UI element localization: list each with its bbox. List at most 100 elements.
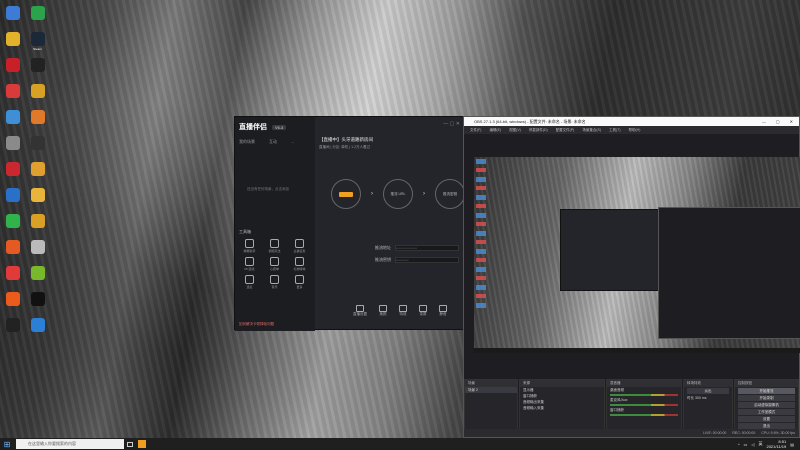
desktop-shortcut[interactable]	[0, 30, 25, 56]
bottom-action-button[interactable]: 美颜	[379, 305, 387, 317]
network-icon[interactable]: ▭	[744, 442, 748, 447]
ime-language[interactable]: 英	[758, 441, 762, 447]
tray-arrow-icon[interactable]: ^	[738, 442, 740, 447]
obs-titlebar: OBS 27.1.3 (64-bit, windows) - 配置文件: 未命名…	[464, 117, 799, 126]
bottom-action-button[interactable]: 录屏	[419, 305, 427, 317]
app-icon	[30, 110, 45, 124]
transition-select[interactable]: 淡出	[687, 388, 729, 394]
notification-icon[interactable]: ▤	[790, 442, 794, 447]
desktop-shortcut[interactable]	[0, 316, 25, 342]
tab-scenes[interactable]: 我的场景	[239, 139, 255, 145]
bottom-action-button[interactable]: 特效	[399, 305, 407, 317]
close-icon[interactable]: ✕	[790, 117, 793, 126]
control-button[interactable]: 开始录制	[738, 395, 795, 401]
taskbar-search-input[interactable]: 在这里输入你要搜索的内容	[16, 439, 124, 449]
app-icon	[30, 240, 45, 254]
controls-dock-title: 控制按钮	[735, 380, 798, 387]
source-item[interactable]: 音频输入采集	[520, 405, 604, 411]
menu-item[interactable]: 工具(T)	[609, 126, 620, 134]
tool-item[interactable]: 弹幕助手	[237, 239, 262, 253]
desktop-shortcut[interactable]	[0, 264, 25, 290]
clock-date: 2021/11/19	[766, 444, 787, 449]
room-title: 【直播中】头牙道路新房间	[319, 137, 373, 142]
tool-item[interactable]: 礼物特效	[287, 257, 312, 271]
volume-meter[interactable]	[610, 394, 678, 396]
desktop-shortcut[interactable]	[25, 212, 50, 238]
desktop-shortcut[interactable]	[0, 108, 25, 134]
tool-item[interactable]: 更多	[287, 275, 312, 289]
minimize-icon[interactable]: —	[762, 117, 766, 126]
app-icon	[30, 84, 45, 98]
menu-item[interactable]: 文件(F)	[470, 126, 481, 134]
menu-item[interactable]: 停靠部件(D)	[529, 126, 548, 134]
control-button[interactable]: 工作室模式	[738, 409, 795, 415]
obs-window[interactable]: OBS 27.1.3 (64-bit, windows) - 配置文件: 未命名…	[463, 116, 800, 438]
desktop-shortcut[interactable]	[25, 160, 50, 186]
desktop-shortcut[interactable]	[0, 238, 25, 264]
desktop-shortcut[interactable]	[0, 212, 25, 238]
control-button[interactable]: 设置	[738, 416, 795, 422]
app-icon	[5, 188, 20, 202]
window-controls[interactable]: — ▢ ✕	[443, 121, 460, 127]
volume-meter[interactable]	[610, 414, 678, 416]
windows-start-icon[interactable]: ⊞	[0, 438, 14, 450]
stream-app-taskbar-icon[interactable]	[136, 438, 148, 450]
task-view-icon[interactable]	[124, 438, 136, 450]
push-url-input[interactable]: ••••••••••••••••••••	[395, 245, 459, 251]
volume-meter[interactable]	[610, 404, 678, 406]
desktop-shortcut[interactable]	[0, 82, 25, 108]
desktop-shortcut[interactable]	[25, 238, 50, 264]
desktop-shortcut[interactable]	[25, 108, 50, 134]
desktop-shortcut[interactable]	[25, 56, 50, 82]
tool-item[interactable]: 连麦	[237, 275, 262, 289]
tool-item[interactable]: 心愿单	[262, 257, 287, 271]
desktop-shortcut[interactable]	[25, 264, 50, 290]
tool-icon	[270, 275, 279, 284]
desktop-shortcut[interactable]	[0, 56, 25, 82]
stream-companion-window[interactable]: 直播伴侣 V6.3 我的场景 互动 ... 还没有任何场景，点击添加 工具箱 弹…	[234, 116, 465, 331]
menu-item[interactable]: 编辑(E)	[489, 126, 501, 134]
duration-value[interactable]: 300 ms	[695, 396, 706, 400]
volume-icon[interactable]: ◁	[751, 442, 754, 447]
menu-item[interactable]: 帮助(H)	[629, 126, 641, 134]
flow-node-obs	[331, 179, 361, 209]
obs-preview[interactable]	[474, 157, 800, 353]
tab-interact[interactable]: 互动	[269, 139, 277, 145]
control-button[interactable]: 开始推流	[738, 388, 795, 394]
desktop-shortcut[interactable]	[25, 82, 50, 108]
app-icon	[30, 58, 45, 72]
desktop-shortcut[interactable]	[0, 160, 25, 186]
tool-item[interactable]: 视频玩法	[262, 239, 287, 253]
version-badge: V6.3	[271, 125, 287, 130]
desktop-shortcut[interactable]	[25, 4, 50, 30]
desktop-shortcut[interactable]	[25, 134, 50, 160]
desktop-shortcut[interactable]	[0, 134, 25, 160]
control-button[interactable]: 启动虚拟摄像机	[738, 402, 795, 408]
desktop-shortcut[interactable]	[0, 186, 25, 212]
tool-item[interactable]: 主播任务	[287, 239, 312, 253]
clock[interactable]: 8:51 2021/11/19	[766, 439, 786, 449]
menu-item[interactable]: 配置文件(P)	[556, 126, 575, 134]
tab-more[interactable]: ...	[291, 139, 294, 145]
lag-help-link[interactable]: 如何解决卡顿掉帧问题	[239, 322, 274, 327]
tool-item[interactable]: PK连线	[237, 257, 262, 271]
tool-icon	[270, 257, 279, 266]
tool-item[interactable]: 音乐	[262, 275, 287, 289]
desktop-shortcut[interactable]	[25, 290, 50, 316]
menu-item[interactable]: 视图(V)	[509, 126, 521, 134]
bottom-action-button[interactable]: 静音	[439, 305, 447, 317]
desktop-shortcut[interactable]	[25, 316, 50, 342]
bottom-action-button[interactable]: 直播设置	[353, 305, 367, 317]
obs-title: OBS 27.1.3 (64-bit, windows) - 配置文件: 未命名…	[474, 119, 586, 124]
push-key-input[interactable]: ••••••••••••	[395, 257, 459, 263]
desktop-shortcut[interactable]	[0, 4, 25, 30]
desktop-shortcut[interactable]	[25, 186, 50, 212]
desktop-shortcut[interactable]: Steam	[25, 30, 50, 56]
window-controls[interactable]: — ▢ ✕	[762, 117, 799, 126]
app-icon	[5, 318, 20, 332]
app-main-panel: — ▢ ✕ 【直播中】头牙道路新房间 直播间 | 分区: 单机 | 1.2万人看…	[315, 117, 465, 331]
scene-item[interactable]: 场景 2	[465, 387, 517, 393]
desktop-shortcut[interactable]	[0, 290, 25, 316]
maximize-icon[interactable]: ▢	[776, 117, 780, 126]
menu-item[interactable]: 场景集合(S)	[582, 126, 601, 134]
